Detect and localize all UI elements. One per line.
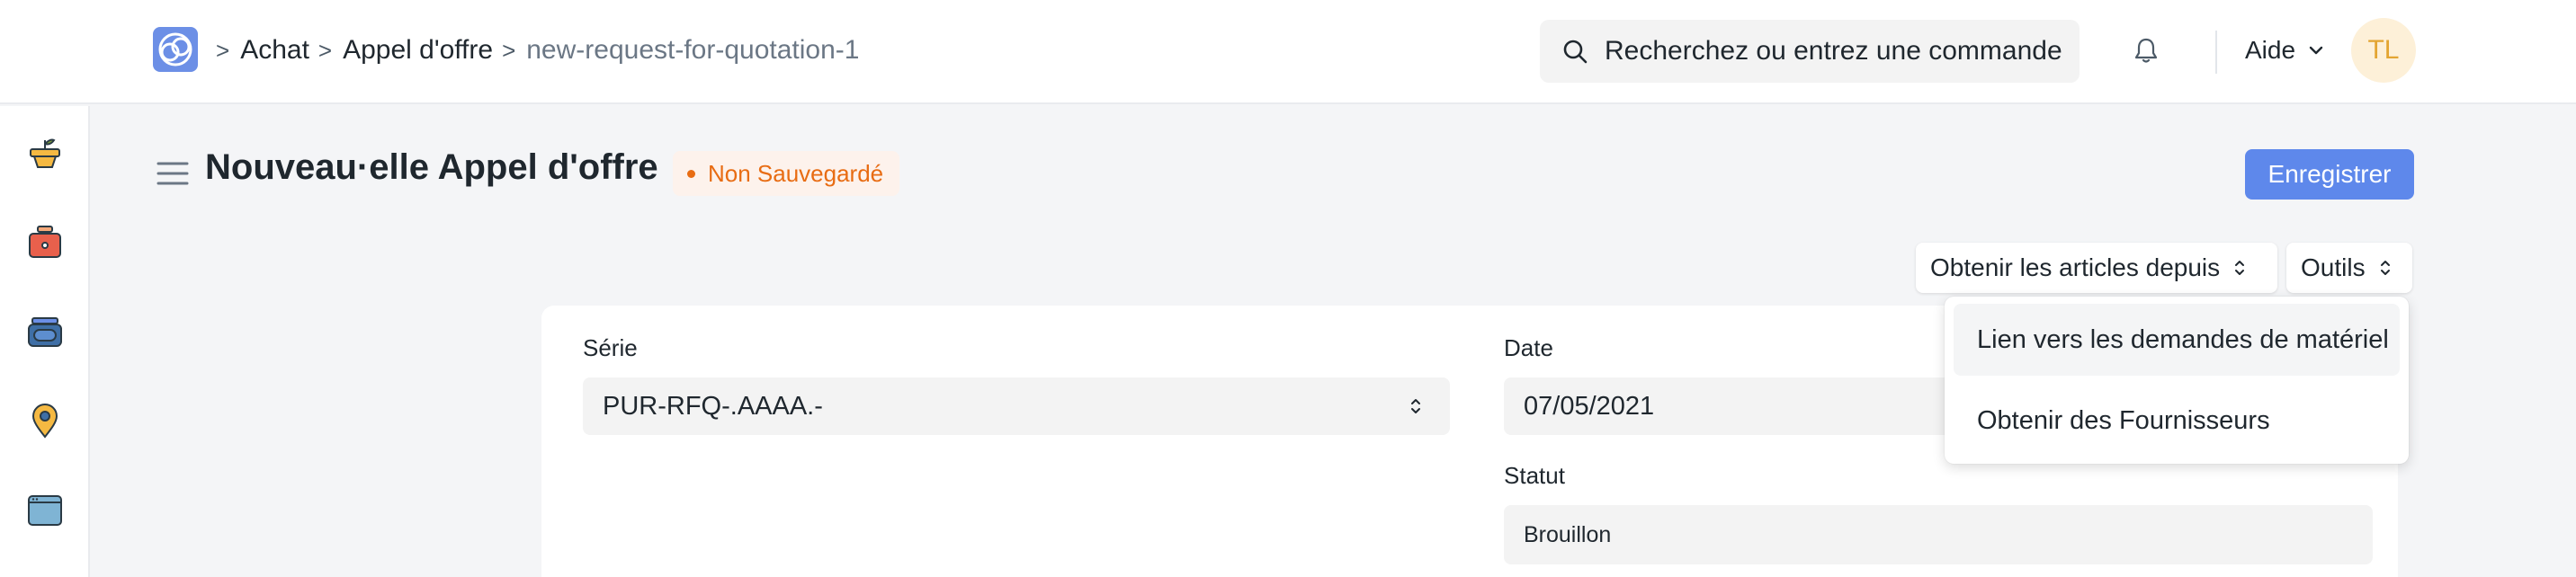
- statut-field[interactable]: Brouillon: [1504, 505, 2373, 564]
- logo-icon: [158, 32, 192, 67]
- chevron-down-icon: [2309, 46, 2323, 55]
- tools-button[interactable]: Outils: [2286, 243, 2412, 293]
- toolbox-icon[interactable]: [25, 223, 65, 262]
- statut-label: Statut: [1504, 462, 1565, 489]
- chevron-right-icon: >: [502, 36, 516, 64]
- status-dot: [687, 169, 695, 178]
- up-down-icon: [2380, 261, 2390, 275]
- navbar: > Achat > Appel d'offre > new-request-fo…: [0, 0, 2576, 104]
- page-title: Nouveau·elle Appel d'offre: [205, 147, 658, 187]
- notification-bell-icon[interactable]: [2130, 34, 2162, 67]
- breadcrumb-item-appel-offre[interactable]: Appel d'offre: [343, 35, 493, 66]
- chevron-right-icon: >: [216, 36, 230, 64]
- menu-item-get-suppliers[interactable]: Obtenir des Fournisseurs: [1954, 385, 2400, 457]
- navbar-divider: [2215, 31, 2217, 74]
- date-field[interactable]: 07/05/2021: [1504, 377, 1972, 435]
- window-icon[interactable]: [25, 491, 65, 530]
- status-badge-label: Non Sauvegardé: [708, 159, 884, 187]
- sidebar: [0, 106, 90, 577]
- help-label: Aide: [2245, 36, 2296, 64]
- breadcrumb-item-current: new-request-for-quotation-1: [526, 35, 860, 65]
- breadcrumb: > Achat > Appel d'offre > new-request-fo…: [216, 31, 859, 70]
- statut-value: Brouillon: [1524, 521, 1612, 547]
- get-items-from-label: Obtenir les articles depuis: [1930, 253, 2221, 281]
- up-down-icon: [2235, 261, 2245, 275]
- date-value: 07/05/2021: [1524, 391, 1655, 421]
- search-bar[interactable]: [1540, 20, 2080, 83]
- plant-pot-icon[interactable]: [25, 133, 65, 173]
- avatar[interactable]: TL: [2351, 18, 2416, 83]
- tools-label: Outils: [2301, 253, 2366, 281]
- up-down-icon: [1411, 399, 1420, 413]
- get-items-from-button[interactable]: Obtenir les articles depuis: [1916, 243, 2277, 293]
- search-input[interactable]: [1605, 36, 2072, 67]
- date-label: Date: [1504, 334, 1553, 361]
- save-button[interactable]: Enregistrer: [2245, 149, 2414, 200]
- status-badge: Non Sauvegardé: [673, 151, 900, 196]
- serie-value: PUR-RFQ-.AAAA.-: [603, 391, 823, 421]
- location-pin-icon[interactable]: [25, 401, 65, 440]
- serie-label: Série: [583, 334, 638, 361]
- app-logo[interactable]: [153, 27, 198, 72]
- drive-icon[interactable]: [25, 313, 65, 352]
- breadcrumb-item-achat[interactable]: Achat: [240, 35, 309, 66]
- menu-item-link-material-requests[interactable]: Lien vers les demandes de matériel: [1954, 304, 2400, 376]
- menu-toggle-icon[interactable]: [157, 160, 189, 187]
- search-icon: [1563, 40, 1588, 64]
- tools-dropdown-menu: Lien vers les demandes de matériel Obten…: [1945, 297, 2409, 464]
- chevron-right-icon: >: [318, 36, 333, 64]
- help-dropdown[interactable]: Aide: [2245, 34, 2326, 67]
- serie-select[interactable]: PUR-RFQ-.AAAA.-: [583, 377, 1450, 435]
